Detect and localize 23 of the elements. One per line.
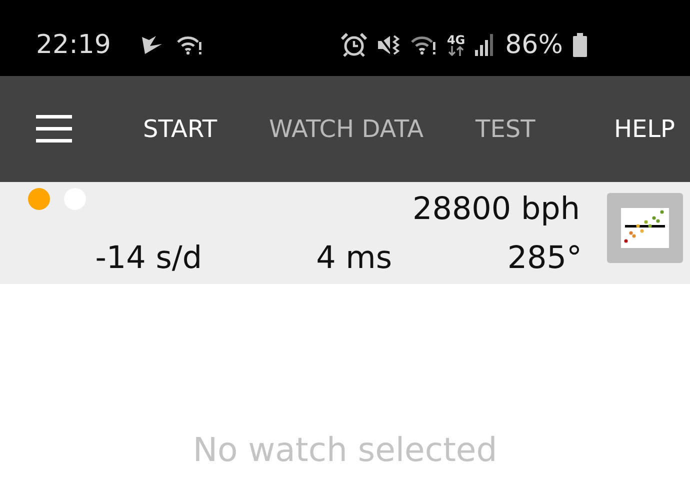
beat-rate: 28800 bph (412, 191, 580, 227)
tab[interactable]: START (117, 114, 244, 144)
wifi-alert-icon (410, 35, 437, 55)
tab[interactable]: WATCH DATA (243, 114, 450, 144)
clock-time: 22:19 (36, 30, 111, 60)
check-icon (140, 35, 163, 55)
tab[interactable]: TEST (450, 114, 562, 144)
empty-message: No watch selected (192, 430, 498, 469)
rate-value: -14 s/d (94, 240, 202, 276)
signal-icon (475, 34, 496, 56)
chart-button[interactable] (607, 193, 683, 263)
network-type: 4G (446, 34, 466, 46)
battery-icon (572, 33, 587, 57)
scatter-chart-icon (621, 208, 669, 248)
menu-icon[interactable] (36, 115, 72, 143)
help-button[interactable]: HELP (614, 115, 675, 143)
alarm-icon (340, 33, 367, 57)
data-arrows-icon (448, 46, 464, 56)
amplitude-value: 285° (506, 240, 582, 276)
wifi-alert-icon (176, 35, 203, 55)
vibrate-mute-icon (376, 34, 401, 56)
beat-error-value: 4 ms (315, 240, 392, 276)
battery-percent: 86% (505, 30, 563, 60)
